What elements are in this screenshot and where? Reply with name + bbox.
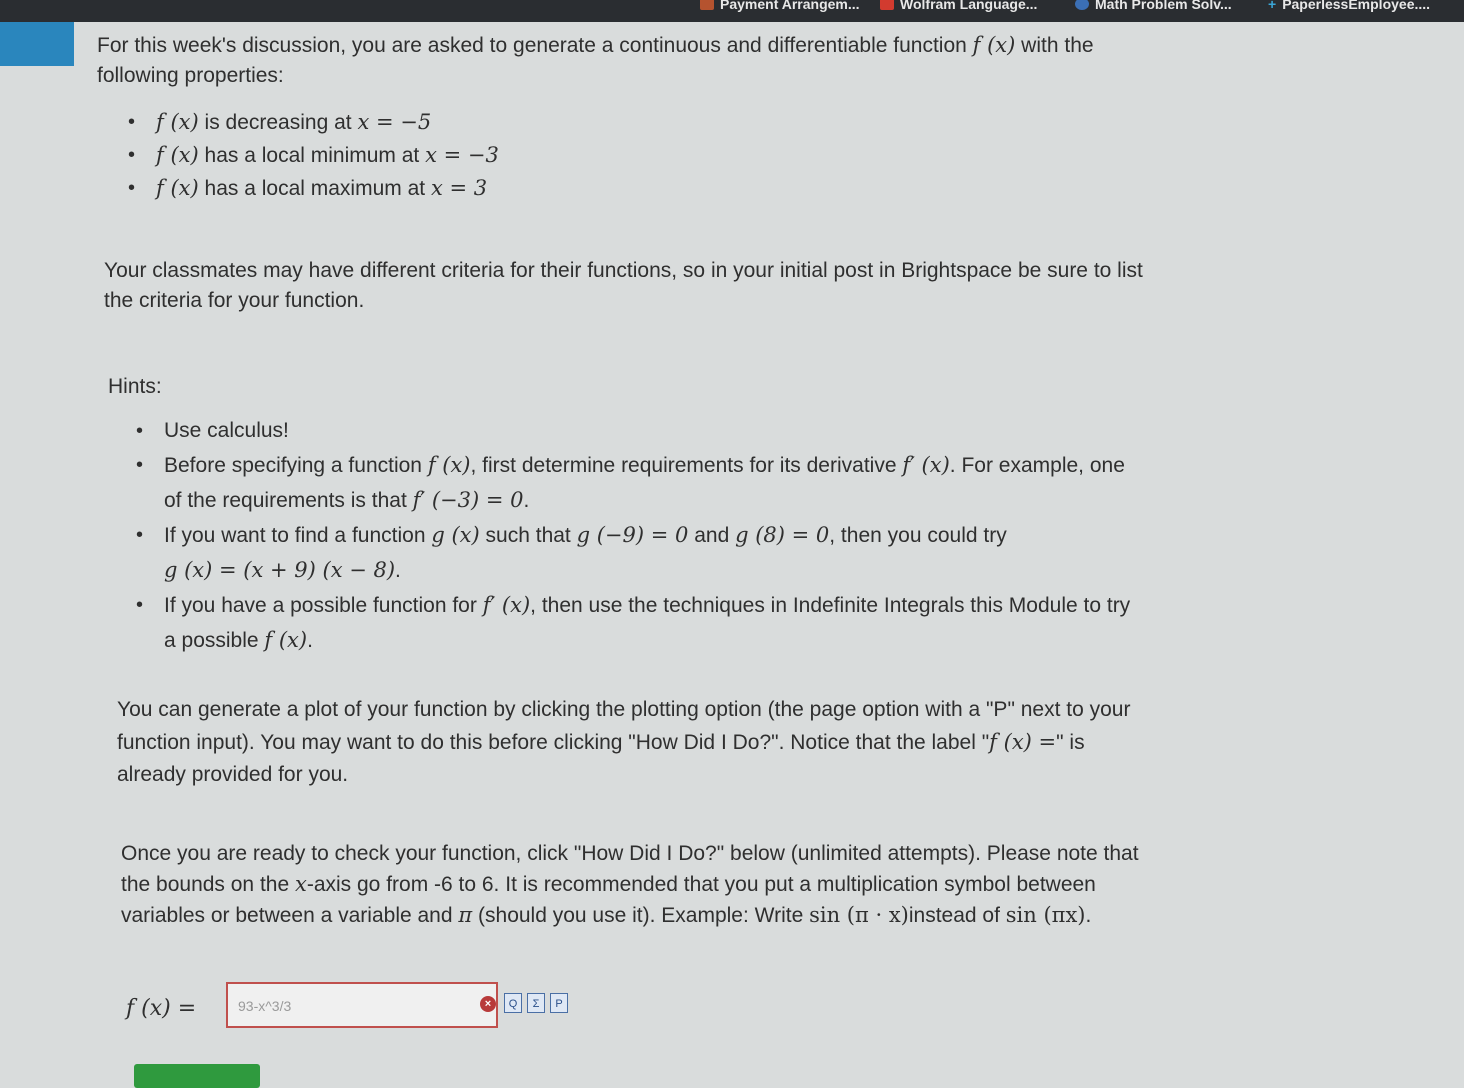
list-item: f (x) has a local maximum at x = 3: [128, 172, 499, 205]
bookmark-payment[interactable]: Payment Arrangem...: [700, 0, 860, 12]
page-icon: [700, 0, 714, 10]
wolfram-icon: [880, 0, 894, 10]
clear-icon[interactable]: ×: [480, 996, 496, 1012]
page-tab-marker: [0, 22, 74, 66]
plot-button[interactable]: P: [550, 993, 568, 1013]
answer-label: f (x) =: [126, 996, 197, 1021]
bookmark-math-solver[interactable]: Math Problem Solv...: [1075, 0, 1232, 12]
hints-list: Use calculus! Before specifying a functi…: [136, 414, 1214, 658]
bookmark-wolfram[interactable]: Wolfram Language...: [880, 0, 1037, 12]
equation-editor-button[interactable]: Σ: [527, 993, 545, 1013]
list-item: If you have a possible function for f′ (…: [136, 588, 1214, 658]
plot-instructions: You can generate a plot of your function…: [117, 698, 1131, 786]
hints-label: Hints:: [108, 375, 162, 398]
bookmarks-bar: Payment Arrangem... Wolfram Language... …: [0, 0, 1464, 22]
classmates-paragraph: Your classmates may have different crite…: [104, 259, 1143, 312]
answer-input[interactable]: 93-x^3/3: [226, 982, 498, 1028]
list-item: If you want to find a function g (x) suc…: [136, 518, 1214, 588]
list-item: Use calculus!: [136, 414, 1214, 448]
list-item: Before specifying a function f (x), firs…: [136, 448, 1214, 518]
submit-button[interactable]: [134, 1064, 260, 1088]
list-item: f (x) has a local minimum at x = −3: [128, 139, 499, 172]
circle-icon: [1075, 0, 1089, 10]
bookmark-paperless[interactable]: + PaperlessEmployee....: [1268, 0, 1430, 12]
plus-icon: +: [1268, 0, 1277, 12]
properties-list: f (x) is decreasing at x = −5 f (x) has …: [128, 106, 499, 205]
intro-paragraph: For this week's discussion, you are aske…: [97, 33, 1094, 87]
preview-button[interactable]: Q: [504, 993, 522, 1013]
check-instructions: Once you are ready to check your functio…: [121, 842, 1139, 927]
list-item: f (x) is decreasing at x = −5: [128, 106, 499, 139]
